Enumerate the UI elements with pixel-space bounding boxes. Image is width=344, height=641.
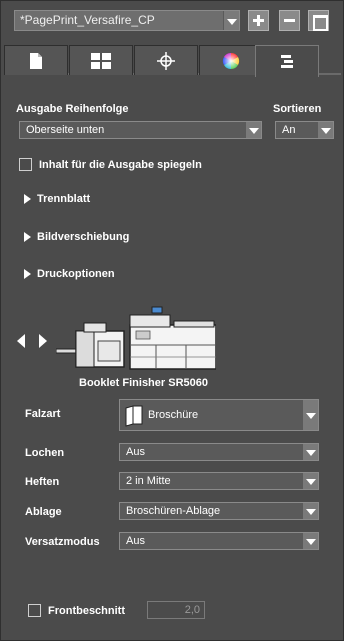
tray-dropdown[interactable]: Broschüren-Ablage bbox=[119, 502, 319, 520]
mirror-label: Inhalt für die Ausgabe spiegeln bbox=[39, 159, 202, 171]
section-image-shift[interactable]: Bildverschiebung bbox=[37, 231, 129, 243]
offset-mode-label: Versatzmodus bbox=[25, 536, 100, 548]
staple-label: Heften bbox=[25, 476, 60, 488]
chevron-down-icon bbox=[302, 503, 318, 519]
tray-value: Broschüren-Ablage bbox=[126, 505, 221, 517]
chevron-down-icon bbox=[317, 122, 333, 138]
tab-finishing[interactable] bbox=[255, 45, 319, 77]
front-trim-input[interactable]: 2,0 bbox=[147, 601, 205, 619]
output-order-label: Ausgabe Reihenfolge bbox=[16, 103, 129, 115]
sort-dropdown[interactable]: An bbox=[275, 121, 334, 139]
sort-value: An bbox=[282, 124, 296, 136]
printer-illustration bbox=[55, 301, 217, 371]
front-trim-checkbox[interactable] bbox=[28, 604, 41, 617]
finishing-icon bbox=[281, 54, 293, 68]
chevron-down-icon bbox=[302, 473, 318, 489]
crosshair-icon bbox=[157, 51, 175, 70]
finishing-panel: *PagePrint_Versafire_CP Ausgabe Reihenfo… bbox=[0, 0, 344, 641]
punch-value: Aus bbox=[126, 446, 145, 458]
printer-device-icon bbox=[55, 306, 217, 370]
staple-value: 2 in Mitte bbox=[126, 475, 171, 487]
tab-bar bbox=[4, 45, 341, 77]
preset-dropdown[interactable]: *PagePrint_Versafire_CP bbox=[14, 10, 240, 31]
chevron-down-icon bbox=[245, 122, 261, 138]
section-separator-sheet[interactable]: Trennblatt bbox=[37, 193, 90, 205]
arrow-right-icon[interactable] bbox=[39, 334, 47, 348]
expand-triangle-icon[interactable] bbox=[24, 232, 31, 242]
offset-mode-dropdown[interactable]: Aus bbox=[119, 532, 319, 550]
finisher-name: Booklet Finisher SR5060 bbox=[79, 377, 208, 389]
device-nav-arrows bbox=[17, 334, 47, 348]
add-preset-button[interactable] bbox=[248, 10, 269, 31]
sort-label: Sortieren bbox=[273, 103, 322, 115]
output-order-value: Oberseite unten bbox=[26, 124, 105, 136]
mirror-checkbox[interactable] bbox=[19, 158, 32, 171]
punch-label: Lochen bbox=[25, 447, 65, 459]
remove-preset-button[interactable] bbox=[279, 10, 300, 31]
offset-mode-value: Aus bbox=[126, 535, 145, 547]
window-button[interactable] bbox=[308, 10, 329, 31]
booklet-icon bbox=[125, 405, 143, 427]
tab-document[interactable] bbox=[4, 45, 68, 75]
color-wheel-icon bbox=[222, 52, 240, 69]
preset-value: *PagePrint_Versafire_CP bbox=[20, 13, 155, 27]
chevron-down-icon bbox=[223, 11, 239, 30]
output-order-dropdown[interactable]: Oberseite unten bbox=[19, 121, 262, 139]
fold-type-label: Falzart bbox=[25, 408, 61, 420]
section-print-options[interactable]: Druckoptionen bbox=[37, 268, 115, 280]
punch-dropdown[interactable]: Aus bbox=[119, 443, 319, 461]
tab-color[interactable] bbox=[199, 45, 263, 75]
tab-layout[interactable] bbox=[69, 45, 133, 75]
front-trim-label: Frontbeschnitt bbox=[48, 605, 125, 617]
fold-type-dropdown[interactable]: Broschüre bbox=[119, 399, 319, 431]
tray-label: Ablage bbox=[25, 506, 62, 518]
chevron-down-icon bbox=[302, 444, 318, 460]
arrow-left-icon[interactable] bbox=[17, 334, 25, 348]
expand-triangle-icon[interactable] bbox=[24, 269, 31, 279]
expand-triangle-icon[interactable] bbox=[24, 194, 31, 204]
staple-dropdown[interactable]: 2 in Mitte bbox=[119, 472, 319, 490]
document-icon bbox=[30, 52, 42, 69]
chevron-down-icon bbox=[302, 400, 318, 430]
fold-type-value: Broschüre bbox=[148, 409, 199, 421]
tab-marks[interactable] bbox=[134, 45, 198, 75]
chevron-down-icon bbox=[302, 533, 318, 549]
layout-grid-icon bbox=[91, 52, 111, 69]
